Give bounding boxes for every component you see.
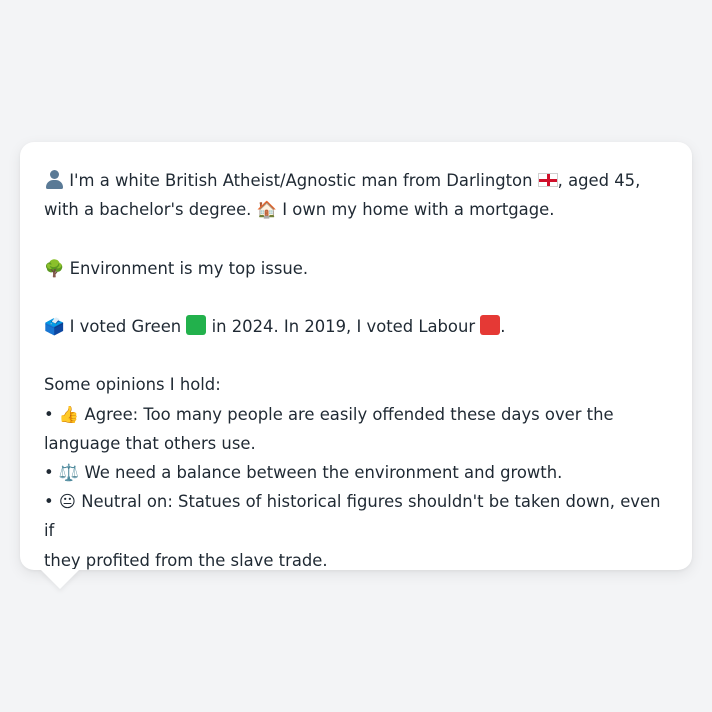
opinion-item: • 😐 Neutral on: Statues of historical fi…: [44, 487, 672, 545]
england-flag-icon: [537, 173, 558, 187]
red-square-icon: [480, 314, 501, 335]
opinion-text: Neutral on: Statues of historical figure…: [44, 492, 661, 541]
identity-text: I'm a white British Atheist/Agnostic man…: [64, 171, 538, 190]
opinion-item: • 👍 Agree: Too many people are easily of…: [44, 400, 672, 429]
identity-line: I'm a white British Atheist/Agnostic man…: [44, 166, 672, 195]
tree-icon: 🌳: [44, 258, 65, 278]
house-icon: 🏠: [256, 200, 278, 220]
neutral-face-icon: 😐: [58, 492, 76, 512]
opinion-item-continued: they profited from the slave trade.: [44, 550, 328, 570]
voting-line: 🗳️ I voted Green in 2024. In 2019, I vot…: [44, 312, 672, 341]
education-line: with a bachelor's degree. 🏠 I own my hom…: [44, 195, 672, 224]
balance-scale-icon: ⚖️: [58, 462, 80, 482]
opinions-heading: Some opinions I hold:: [44, 375, 221, 395]
voted-labour-text: in 2024. In 2019, I voted Labour: [206, 316, 481, 336]
education-text: with a bachelor's degree.: [44, 200, 257, 220]
person-icon: [44, 169, 64, 189]
period-text: .: [500, 316, 506, 336]
home-text: I own my home with a mortgage.: [277, 200, 555, 220]
bullet: •: [44, 404, 54, 424]
bullet: •: [44, 462, 54, 482]
ballot-box-icon: 🗳️: [44, 316, 65, 336]
opinion-item: • ⚖️ We need a balance between the envir…: [44, 458, 672, 487]
voted-green-text: I voted Green: [64, 316, 187, 336]
top-issue-line: 🌳 Environment is my top issue.: [44, 254, 672, 283]
top-issue-text: Environment is my top issue.: [64, 258, 309, 278]
opinion-text: Agree: Too many people are easily offend…: [79, 404, 614, 424]
opinion-text: We need a balance between the environmen…: [79, 462, 563, 482]
thumbs-up-icon: 👍: [58, 404, 80, 424]
opinion-item-continued: language that others use.: [44, 433, 256, 453]
bullet: •: [44, 492, 54, 512]
age-text: , aged 45,: [557, 171, 641, 190]
speech-bubble: I'm a white British Atheist/Agnostic man…: [20, 142, 692, 570]
green-square-icon: [186, 314, 207, 335]
speech-bubble-tail: [40, 569, 80, 589]
canvas: I'm a white British Atheist/Agnostic man…: [0, 0, 712, 712]
